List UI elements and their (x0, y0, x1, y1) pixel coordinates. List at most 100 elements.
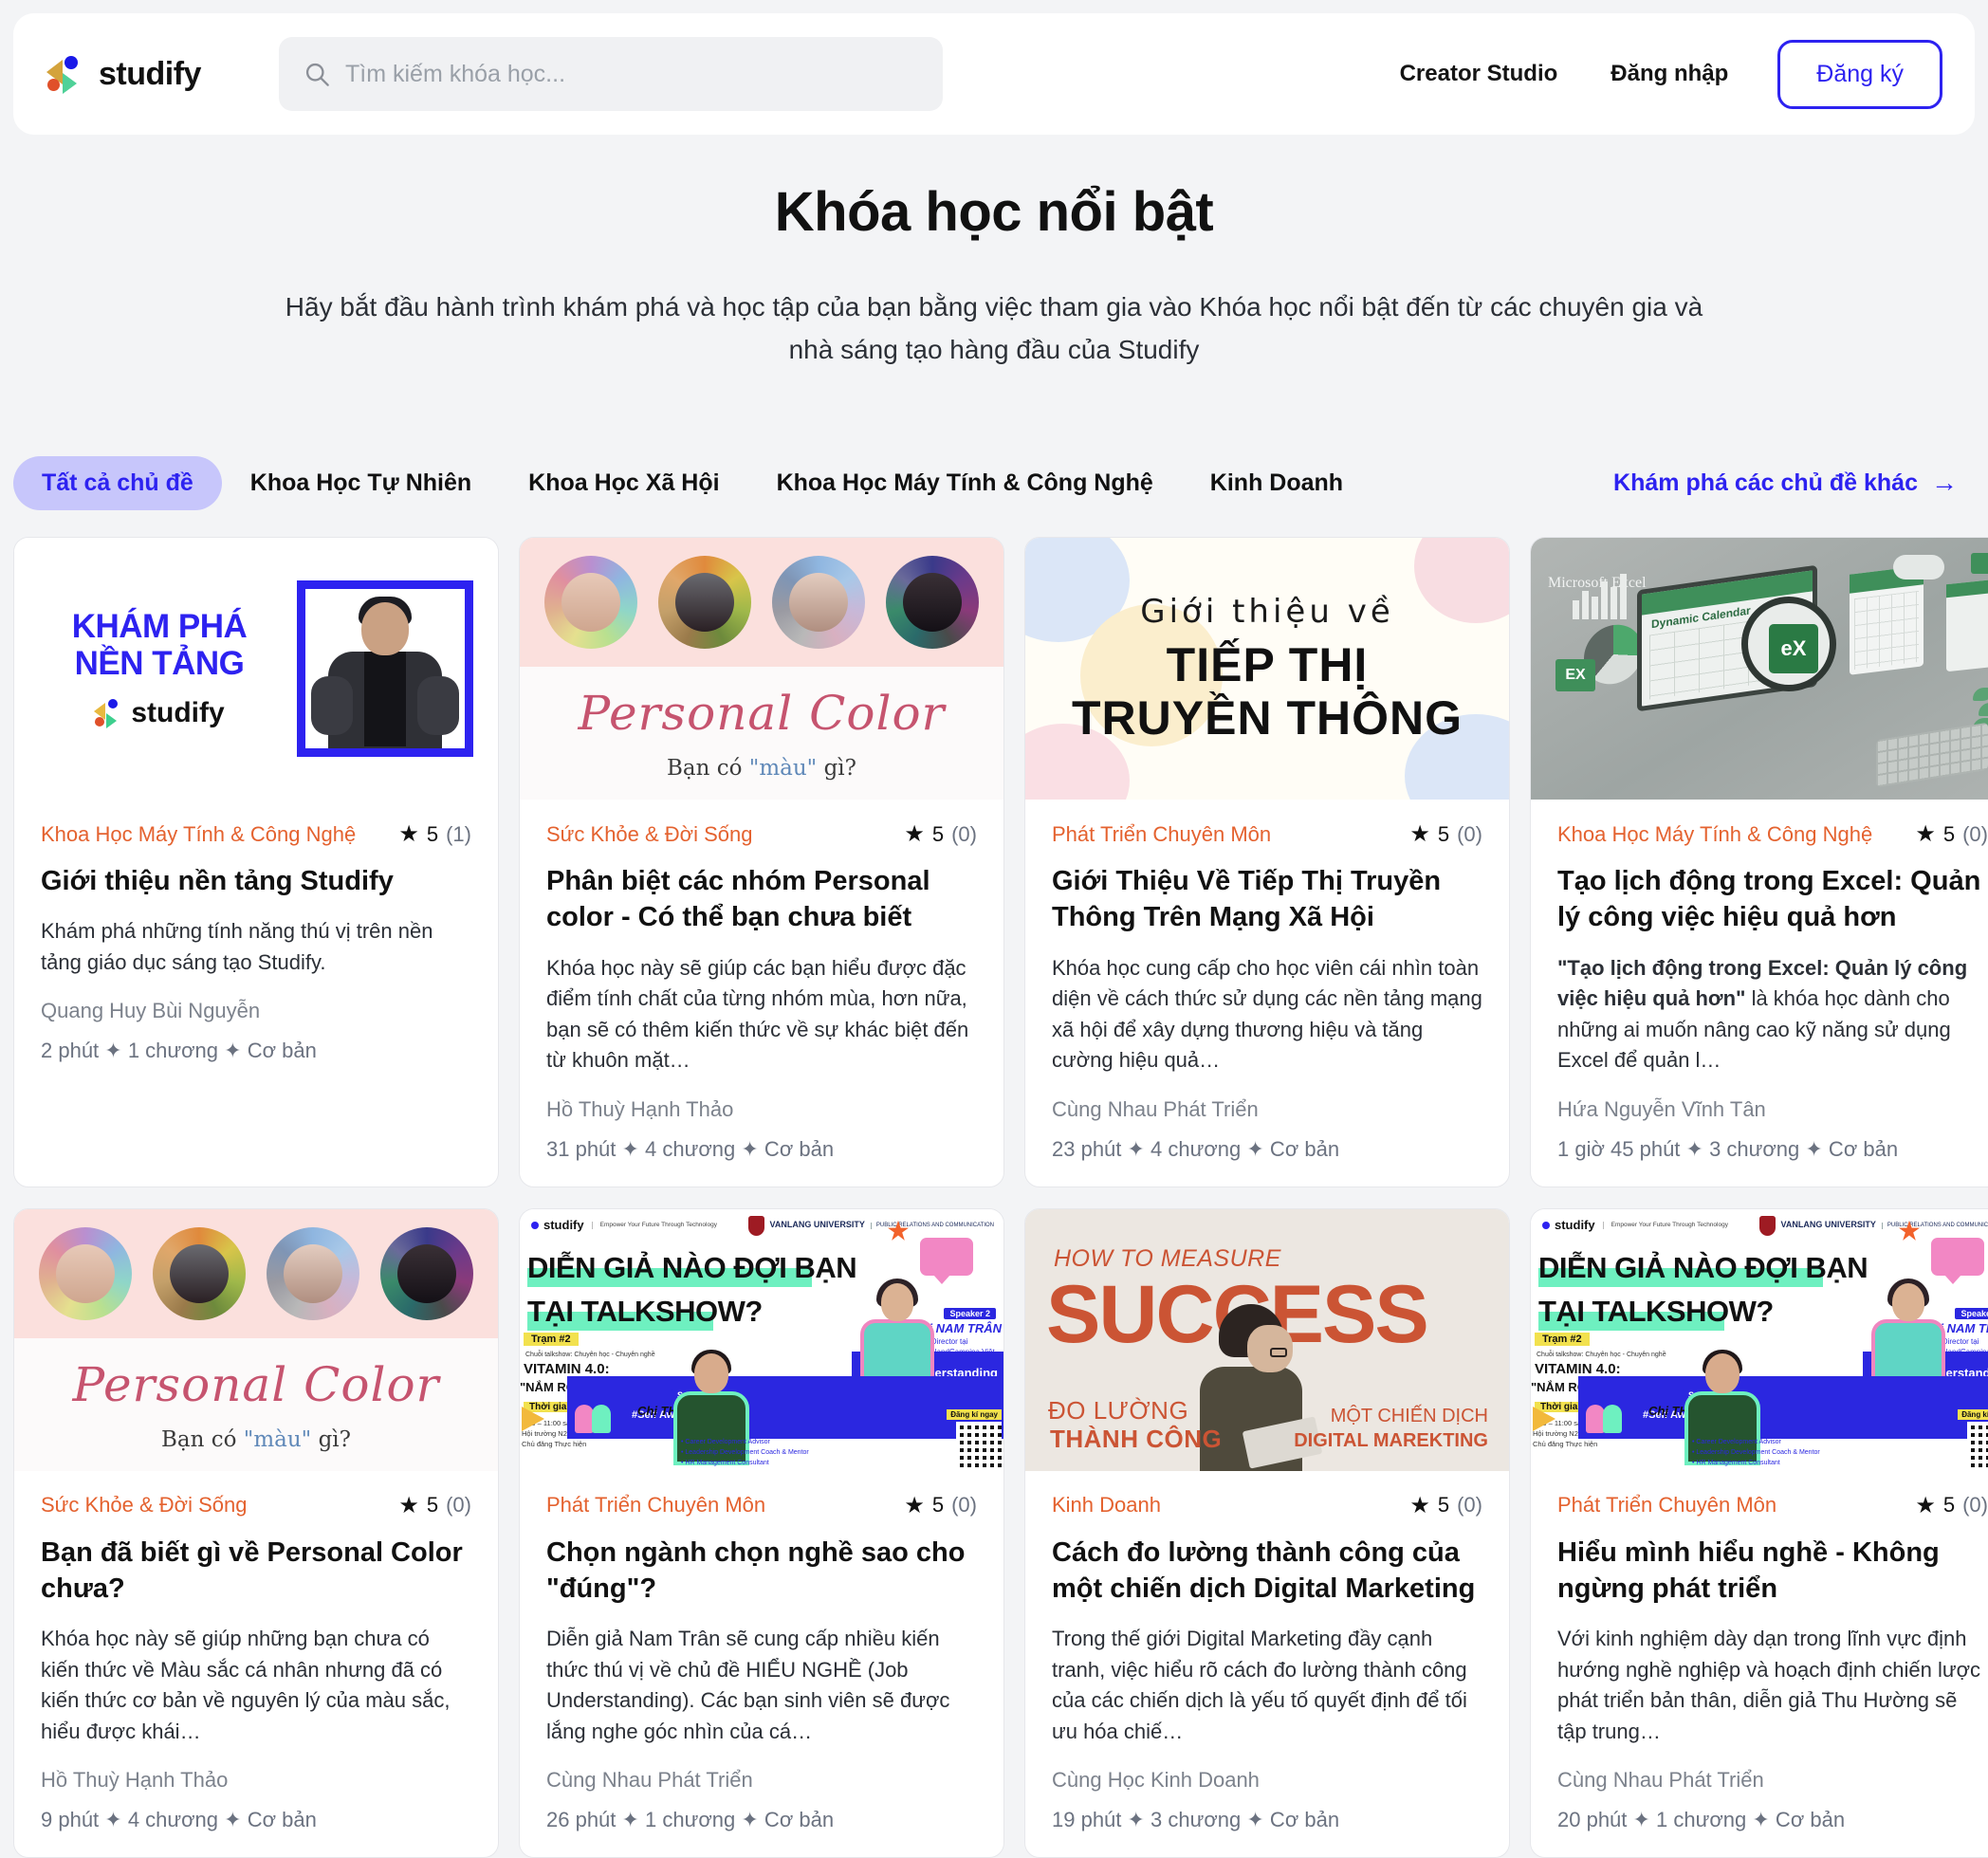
studify-logo-icon: studify (531, 1218, 584, 1232)
brand-logo[interactable]: studify (46, 54, 245, 94)
course-title: Tạo lịch động trong Excel: Quản lý công … (1557, 866, 1981, 933)
university-logo: VANLANG UNIVERSITY PUBLIC RELATIONS AND … (1758, 1215, 1988, 1236)
rating-value: 5 (426, 1493, 439, 1518)
color-wheel-row (14, 1208, 498, 1338)
course-meta: Phát Triển Chuyên Môn ★ 5 (0) (1052, 820, 1482, 848)
star-icon: ★ (1915, 821, 1936, 847)
page-title: Khóa học nổi bật (774, 181, 1214, 243)
course-author: Hứa Nguyễn Vĩnh Tân (1557, 1096, 1766, 1121)
speech-bubble-icon (920, 1237, 973, 1284)
thumb-brand: studify (131, 697, 225, 729)
course-card[interactable]: studify Empower Your Future Through Tech… (519, 1207, 1004, 1858)
studify-logo-icon (46, 54, 85, 94)
color-wheel-icon (267, 1226, 359, 1320)
review-count: (0) (1962, 1493, 1988, 1518)
arrow-right-icon (522, 1406, 544, 1431)
thumb-line1: Giới thiệu về (1140, 593, 1394, 631)
course-thumbnail: studify Empower Your Future Through Tech… (1531, 1208, 1988, 1471)
course-title: Phân biệt các nhóm Personal color - Có t… (546, 866, 930, 933)
course-author: Hồ Thuỳ Hạnh Thảo (41, 1768, 229, 1793)
course-category: Kinh Doanh (1052, 1493, 1161, 1518)
color-wheel-icon (153, 1226, 246, 1320)
course-stats: 23 phút ✦ 4 chương ✦ Cơ bản (1052, 1136, 1340, 1161)
course-card[interactable]: Personal Color Bạn có "màu" gì? Sức Khỏe… (519, 537, 1004, 1187)
star-icon: ★ (1409, 821, 1430, 847)
course-description: Khóa học cung cấp cho học viên cái nhìn … (1052, 955, 1482, 1073)
course-description: Với kinh nghiệm dày dạn trong lĩnh vực đ… (1557, 1627, 1981, 1743)
color-wheel-icon (544, 556, 637, 649)
tab-business[interactable]: Kinh Doanh (1182, 456, 1371, 510)
course-stats: 20 phút ✦ 1 chương ✦ Cơ bản (1557, 1808, 1846, 1832)
thumb-register-badge: Đăng kí ngay (1958, 1408, 1988, 1420)
nav-login[interactable]: Đăng nhập (1584, 61, 1755, 87)
course-card[interactable]: Microsoft Excel EX Dynamic Calendar eX K… (1530, 537, 1988, 1187)
app-header: studify Creator Studio Đăng nhập Đăng ký (13, 13, 1975, 135)
search-input[interactable] (345, 60, 918, 88)
course-author: Hồ Thuỳ Hạnh Thảo (546, 1096, 734, 1121)
review-count: (0) (951, 1493, 977, 1518)
star-icon: ★ (398, 1492, 419, 1518)
search-box[interactable] (279, 37, 943, 111)
tab-all-topics[interactable]: Tất cả chủ đề (13, 455, 222, 510)
course-description: Trong thế giới Digital Marketing đầy cạn… (1052, 1627, 1467, 1743)
course-author: Cùng Nhau Phát Triển (1557, 1768, 1764, 1793)
rating-value: 5 (1942, 1493, 1956, 1518)
rating-value: 5 (931, 821, 945, 846)
course-description: Diễn giả Nam Trân sẽ cung cấp nhiều kiến… (546, 1627, 950, 1743)
course-rating: ★ 5 (0) (1409, 820, 1482, 848)
thumb-brand: studify (1555, 1218, 1595, 1233)
thumb-brand: studify (543, 1218, 584, 1233)
profile-heads-icon (1586, 1401, 1622, 1433)
profile-heads-icon (575, 1401, 611, 1433)
signup-button[interactable]: Đăng ký (1777, 39, 1942, 109)
course-card[interactable]: studify Empower Your Future Through Tech… (1530, 1207, 1988, 1858)
thumb-register-badge: Đăng kí ngay (947, 1408, 1002, 1420)
course-card[interactable]: KHÁM PHÁ NỀN TẢNG studify Khoa Học Máy Tí… (13, 537, 499, 1187)
color-wheel-icon (39, 1226, 132, 1320)
speech-bubble-icon (1931, 1237, 1984, 1284)
course-card[interactable]: HOW TO MEASURE SUCCESS ĐO LƯỜNG THÀNH CÔ… (1024, 1207, 1510, 1858)
course-info: Kinh Doanh ★ 5 (0) Cách đo lường thành c… (1025, 1471, 1509, 1858)
thumb-headline2: TẠI TALKSHOW? (1538, 1294, 1774, 1328)
course-rating: ★ 5 (0) (1915, 820, 1988, 848)
review-count: (0) (1962, 821, 1988, 846)
thumb-headline2: TẠI TALKSHOW? (527, 1294, 763, 1328)
course-description: Khóa học này sẽ giúp các bạn hiểu được đ… (546, 955, 969, 1073)
course-title: Giới thiệu nền tảng Studify (41, 866, 394, 896)
thumb-brand-tagline: Empower Your Future Through Technology (591, 1221, 717, 1229)
university-logo: VANLANG UNIVERSITY PUBLIC RELATIONS AND … (747, 1215, 994, 1236)
color-wheel-icon (380, 1226, 473, 1320)
course-rating: ★ 5 (0) (904, 1492, 977, 1519)
course-title: Chọn ngành chọn nghề sao cho "đúng"? (546, 1536, 966, 1604)
course-stats: 1 giờ 45 phút ✦ 3 chương ✦ Cơ bản (1557, 1136, 1899, 1161)
thumb-line1: KHÁM PHÁ (71, 607, 248, 645)
course-grid: KHÁM PHÁ NỀN TẢNG studify Khoa Học Máy Tí… (13, 537, 1988, 1858)
course-author: Cùng Nhau Phát Triển (1052, 1096, 1259, 1121)
course-card[interactable]: Giới thiệu về TIẾP THỊ TRUYỀN THÔNG Phát … (1024, 537, 1510, 1187)
nav-creator-studio[interactable]: Creator Studio (1373, 61, 1585, 87)
course-stats: 31 phút ✦ 4 chương ✦ Cơ bản (546, 1136, 835, 1161)
thumb-left-text1: ĐO LƯỜNG (1048, 1395, 1189, 1425)
explore-other-topics-link[interactable]: Khám phá các chủ đề khác → (1613, 469, 1975, 497)
course-meta: Phát Triển Chuyên Môn ★ 5 (0) (546, 1492, 977, 1519)
arrow-right-icon: → (1931, 468, 1958, 497)
course-info: Phát Triển Chuyên Môn ★ 5 (0) Hiểu mình … (1531, 1471, 1988, 1858)
course-card[interactable]: Personal Color Bạn có "màu" gì? Sức Khỏe… (13, 1207, 499, 1858)
course-info: Khoa Học Máy Tính & Công Nghệ ★ 5 (1) Gi… (14, 800, 498, 1088)
thumb-headline1: DIỄN GIẢ NÀO ĐỢI BẠN (527, 1250, 857, 1284)
university-name: VANLANG UNIVERSITY (769, 1220, 865, 1230)
university-dept: PUBLIC RELATIONS AND COMMUNICATION (1881, 1222, 1988, 1229)
thumb-headline1: DIỄN GIẢ NÀO ĐỢI BẠN (1538, 1250, 1868, 1284)
qr-code-icon (956, 1421, 1002, 1467)
course-thumbnail: studify Empower Your Future Through Tech… (520, 1208, 1003, 1471)
shield-icon (747, 1215, 764, 1236)
course-title: Giới Thiệu Về Tiếp Thị Truyền Thông Trên… (1052, 866, 1442, 933)
course-meta: Kinh Doanh ★ 5 (0) (1052, 1492, 1482, 1519)
tab-social-science[interactable]: Khoa Học Xã Hội (500, 456, 747, 510)
tab-natural-science[interactable]: Khoa Học Tự Nhiên (222, 456, 500, 510)
tab-computer-science[interactable]: Khoa Học Máy Tính & Công Nghệ (748, 456, 1182, 510)
speaker1-bullets: • Career Development Advisor • Leadershi… (681, 1439, 809, 1466)
course-author: Cùng Học Kinh Doanh (1052, 1768, 1260, 1793)
thumb-right-text1: MỘT CHIẾN DỊCH (1330, 1405, 1488, 1426)
category-tabs: Tất cả chủ đề Khoa Học Tự Nhiên Khoa Học… (13, 455, 1975, 510)
